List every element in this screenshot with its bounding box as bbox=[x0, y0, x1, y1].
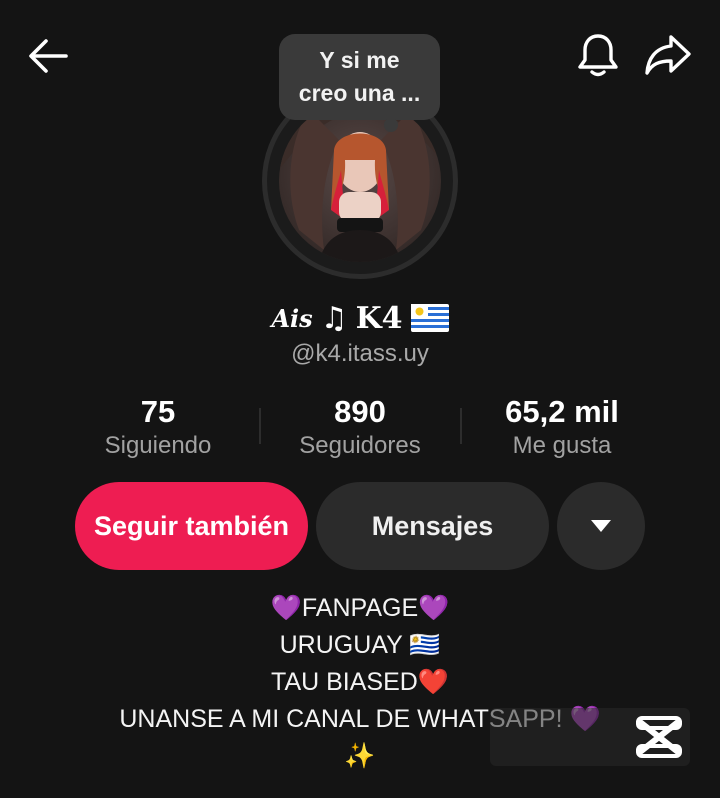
caret-down-icon bbox=[591, 520, 611, 532]
bio-line: 💜FANPAGE💜 bbox=[270, 594, 450, 622]
stat-divider bbox=[259, 408, 261, 444]
following-label: Siguiendo bbox=[104, 432, 212, 459]
follow-back-button[interactable]: Seguir también bbox=[75, 482, 308, 570]
username-handle: @k4.itass.uy bbox=[291, 340, 429, 367]
name-main: K4 bbox=[355, 300, 403, 336]
share-button[interactable] bbox=[638, 28, 698, 82]
likes-count: 65,2 mil bbox=[505, 394, 619, 429]
bio-line: TAU BIASED❤️ bbox=[271, 668, 449, 696]
bell-icon bbox=[578, 34, 618, 77]
bio-line: URUGUAY 🇺🇾 bbox=[279, 631, 441, 659]
notifications-button[interactable] bbox=[570, 28, 626, 82]
stat-followers[interactable]: 890 Seguidores bbox=[280, 394, 440, 462]
share-arrow-icon bbox=[645, 35, 691, 75]
uruguay-flag-icon bbox=[410, 304, 449, 332]
profile-screen: Y si me creo una ... Ais ♫ K4 @k4.itass.… bbox=[0, 0, 720, 798]
capcut-logo-icon bbox=[636, 716, 682, 758]
stat-following[interactable]: 75 Siguiendo bbox=[78, 394, 238, 462]
note-line-1: Y si me bbox=[319, 47, 400, 73]
arrow-left-icon bbox=[29, 39, 68, 73]
followers-count: 890 bbox=[334, 394, 386, 429]
message-button[interactable]: Mensajes bbox=[316, 482, 549, 570]
music-note: ♫ bbox=[320, 300, 348, 336]
note-line-2: creo una ... bbox=[298, 80, 421, 106]
avatar[interactable] bbox=[279, 100, 441, 262]
note-bubble-tail bbox=[384, 118, 398, 132]
stat-likes[interactable]: 65,2 mil Me gusta bbox=[480, 394, 644, 462]
note-bubble[interactable]: Y si me creo una ... bbox=[279, 34, 440, 120]
back-button[interactable] bbox=[20, 30, 76, 82]
stat-divider bbox=[460, 408, 462, 444]
following-count: 75 bbox=[140, 394, 176, 429]
name-script: Ais bbox=[271, 303, 313, 333]
display-name: Ais ♫ K4 bbox=[0, 298, 720, 338]
likes-label: Me gusta bbox=[512, 432, 612, 459]
avatar-photo bbox=[279, 100, 441, 262]
more-options-button[interactable] bbox=[557, 482, 645, 570]
followers-label: Seguidores bbox=[299, 432, 421, 459]
